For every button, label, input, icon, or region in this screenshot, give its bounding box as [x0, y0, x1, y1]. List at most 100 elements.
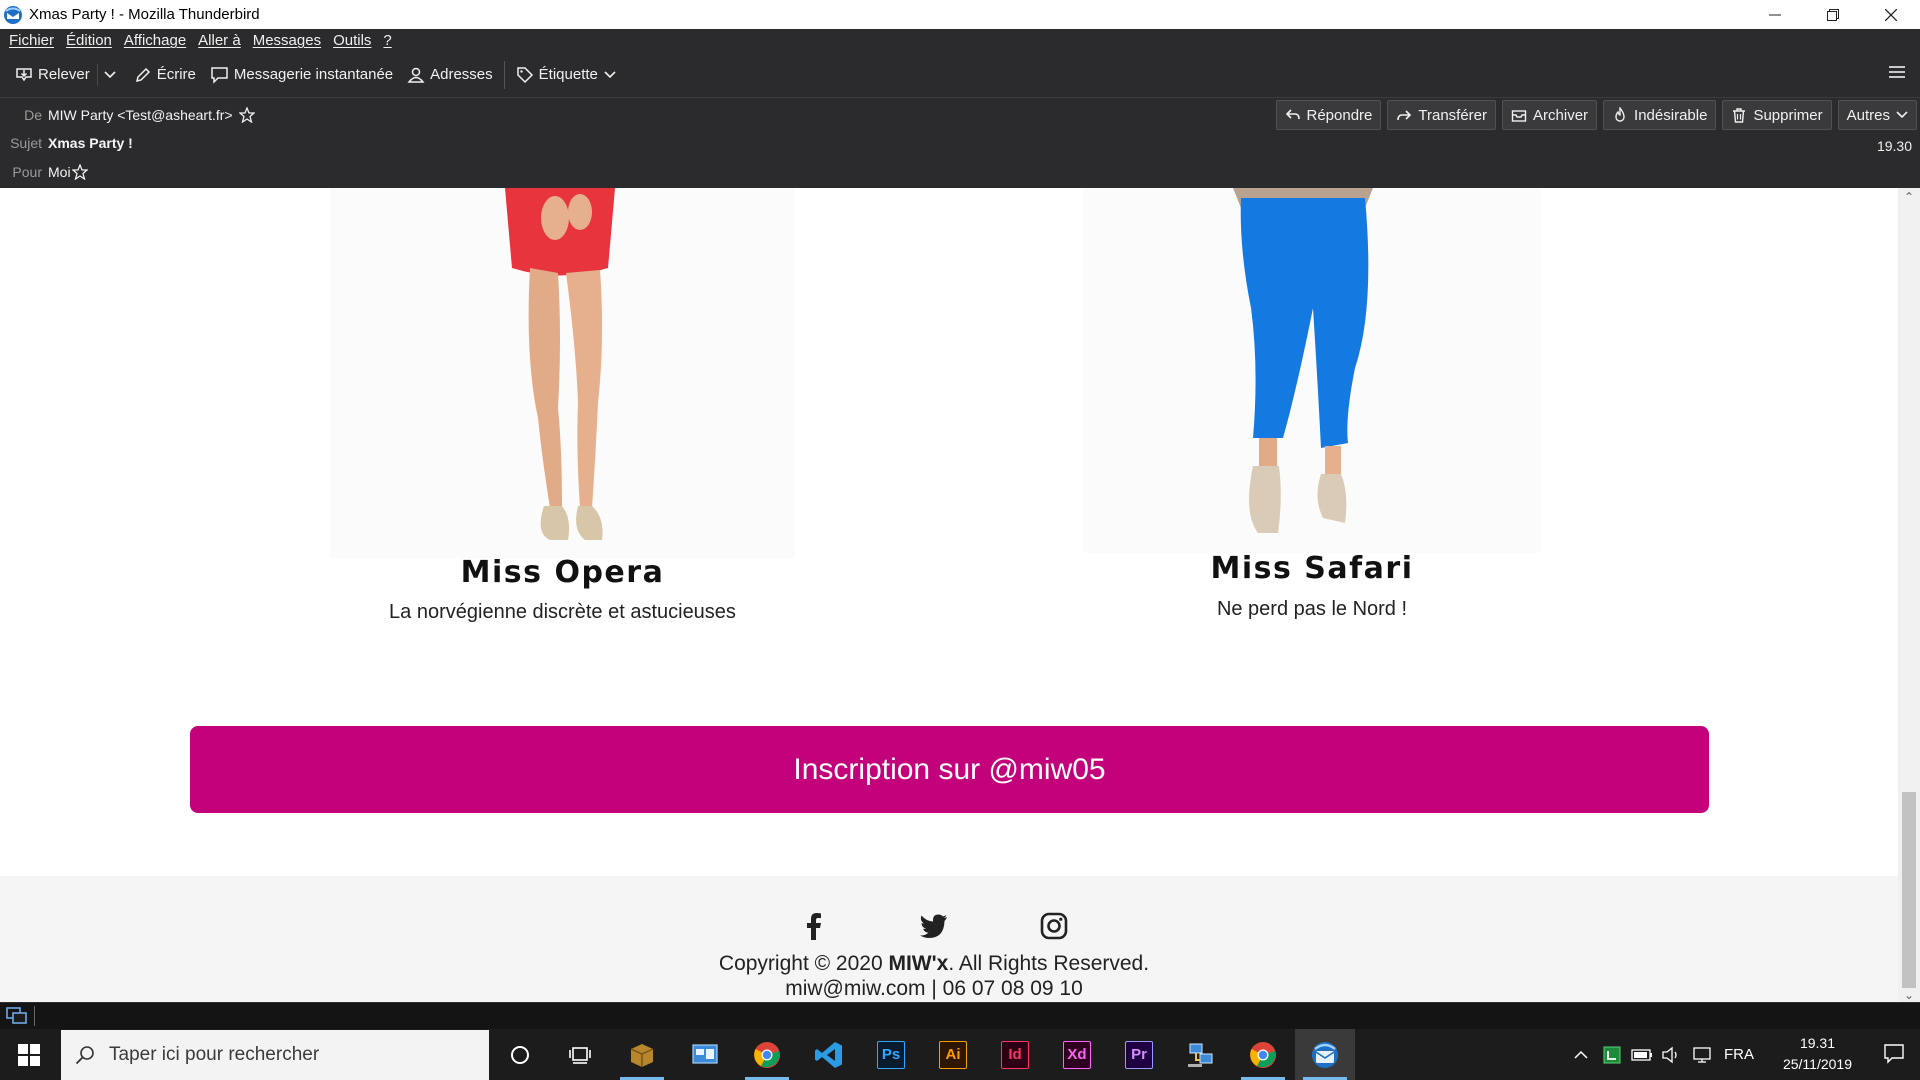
- junk-button[interactable]: Indésirable: [1603, 100, 1717, 130]
- message-time: 19.30: [1876, 138, 1912, 154]
- indesign-icon: Id: [1001, 1040, 1029, 1069]
- action-center-button[interactable]: [1884, 1044, 1904, 1069]
- notification-icon: [1884, 1044, 1904, 1064]
- ethernet-icon: [1693, 1046, 1711, 1063]
- other-actions-label: Autres: [1846, 106, 1890, 124]
- scroll-up-icon[interactable]: ⌃: [1898, 190, 1920, 204]
- minimize-button[interactable]: [1746, 0, 1804, 29]
- taskbar-app-package[interactable]: [612, 1029, 672, 1080]
- copyright-prefix: Copyright © 2020: [718, 952, 889, 975]
- taskbar-app-premiere[interactable]: Pr: [1109, 1029, 1169, 1080]
- taskbar-app-illustrator[interactable]: Ai: [923, 1029, 983, 1080]
- model-tagline: La norvégienne discrète et astucieuses: [389, 601, 736, 623]
- taskbar-app-chrome[interactable]: [1233, 1029, 1293, 1080]
- archive-label: Archiver: [1533, 106, 1589, 124]
- taskbar-app-thunderbird[interactable]: [1295, 1029, 1355, 1080]
- brand-name: MIW'x: [888, 952, 949, 975]
- instagram-link[interactable]: [1039, 911, 1069, 941]
- to-label: Pour: [12, 164, 42, 180]
- taskbar-app-xd[interactable]: Xd: [1047, 1029, 1107, 1080]
- tray-overflow-button[interactable]: [1570, 1029, 1592, 1080]
- taskbar-app-indesign[interactable]: Id: [985, 1029, 1045, 1080]
- to-value[interactable]: Moi: [48, 164, 71, 180]
- illustrator-icon: Ai: [939, 1040, 967, 1069]
- thunderbird-icon: [1312, 1041, 1338, 1068]
- other-actions-button[interactable]: Autres: [1837, 100, 1917, 130]
- network-status-button[interactable]: [1689, 1029, 1715, 1080]
- chevron-down-icon: [1896, 111, 1908, 119]
- scrollbar-thumb[interactable]: [1902, 792, 1916, 988]
- battery-icon: [1631, 1048, 1652, 1061]
- message-actions: Répondre Transférer Archiver Indésirable…: [1275, 100, 1917, 130]
- menu-view[interactable]: Affichage: [118, 32, 192, 49]
- tray-app-icon[interactable]: [1600, 1029, 1624, 1080]
- model-photo: [330, 188, 795, 558]
- control-panel-icon: [692, 1043, 718, 1064]
- facebook-link[interactable]: [799, 911, 829, 941]
- task-view-button[interactable]: [550, 1029, 610, 1080]
- volume-button[interactable]: [1658, 1029, 1684, 1080]
- subject-label: Sujet: [10, 135, 42, 151]
- tag-button[interactable]: Étiquette: [509, 59, 623, 91]
- chat-button[interactable]: Messagerie instantanée: [203, 59, 400, 91]
- model-card: Miss Safari Ne perd pas le Nord !: [1083, 188, 1541, 628]
- online-status-icon[interactable]: [6, 1007, 28, 1025]
- tag-label: Étiquette: [538, 66, 598, 83]
- menu-edit[interactable]: Édition: [60, 32, 118, 49]
- contacts-icon: [407, 67, 425, 83]
- language-indicator[interactable]: FRA: [1718, 1029, 1760, 1080]
- reply-button[interactable]: Répondre: [1275, 100, 1382, 130]
- divider: [34, 1006, 35, 1026]
- message-header: De MIW Party <Test@asheart.fr> Sujet Xma…: [0, 98, 1920, 188]
- thunderbird-icon: [4, 5, 22, 24]
- menu-messages[interactable]: Messages: [247, 32, 327, 49]
- battery-button[interactable]: [1629, 1029, 1655, 1080]
- menu-file[interactable]: Fichier: [3, 32, 60, 49]
- title-bar: Xmas Party ! - Mozilla Thunderbird: [0, 0, 1920, 29]
- taskbar-app-photoshop[interactable]: Ps: [861, 1029, 921, 1080]
- model-tagline: Ne perd pas le Nord !: [1216, 598, 1408, 620]
- clock-date: 25/11/2019: [1782, 1056, 1852, 1072]
- restore-button[interactable]: [1804, 0, 1862, 29]
- twitter-link[interactable]: [919, 911, 949, 941]
- menu-tools[interactable]: Outils: [327, 32, 377, 49]
- delete-button[interactable]: Supprimer: [1722, 100, 1832, 130]
- subject-value: Xmas Party !: [48, 135, 133, 151]
- from-value[interactable]: MIW Party <Test@asheart.fr>: [48, 107, 233, 123]
- write-button[interactable]: Écrire: [127, 59, 203, 91]
- cortana-button[interactable]: [490, 1029, 550, 1080]
- message-scrollbar[interactable]: ⌃ ⌄: [1898, 188, 1920, 1002]
- taskbar-app-control-panel[interactable]: [675, 1029, 735, 1080]
- address-book-button[interactable]: Adresses: [400, 59, 500, 91]
- restore-icon: [1827, 8, 1839, 21]
- taskbar-app-vscode[interactable]: [799, 1029, 859, 1080]
- get-mail-dropdown[interactable]: [98, 59, 127, 91]
- forward-button[interactable]: Transférer: [1387, 100, 1497, 130]
- pencil-icon: [135, 67, 150, 82]
- star-icon[interactable]: [238, 107, 255, 123]
- app-menu-button[interactable]: [1888, 64, 1906, 85]
- star-icon[interactable]: [71, 164, 88, 180]
- menu-go[interactable]: Aller à: [192, 32, 247, 49]
- start-button[interactable]: [0, 1029, 58, 1080]
- taskbar-search[interactable]: Taper ici pour rechercher: [61, 1030, 489, 1080]
- taskbar-app-network[interactable]: [1171, 1029, 1231, 1080]
- reply-icon: [1285, 109, 1300, 120]
- copyright-text: Copyright © 2020 MIW'x. All Rights Reser…: [0, 952, 1898, 976]
- model-card: Miss Opera La norvégienne discrète et as…: [330, 188, 795, 628]
- get-mail-label: Relever: [38, 66, 90, 83]
- volume-icon: [1662, 1046, 1677, 1063]
- menu-help[interactable]: ?: [377, 32, 397, 49]
- scroll-down-icon[interactable]: ⌄: [1898, 988, 1920, 1002]
- network-icon: [1188, 1043, 1213, 1067]
- chevron-down-icon: [104, 70, 116, 78]
- close-button[interactable]: [1862, 0, 1920, 29]
- signup-button[interactable]: Inscription sur @miw05: [190, 726, 1709, 813]
- taskbar-app-chrome[interactable]: [737, 1029, 797, 1080]
- address-book-label: Adresses: [430, 66, 493, 83]
- archive-button[interactable]: Archiver: [1502, 100, 1598, 130]
- get-mail-button[interactable]: Relever: [8, 59, 97, 91]
- taskbar-clock[interactable]: 19.31 25/11/2019: [1783, 1033, 1852, 1075]
- photoshop-icon: Ps: [877, 1040, 905, 1069]
- xd-icon: Xd: [1063, 1040, 1091, 1069]
